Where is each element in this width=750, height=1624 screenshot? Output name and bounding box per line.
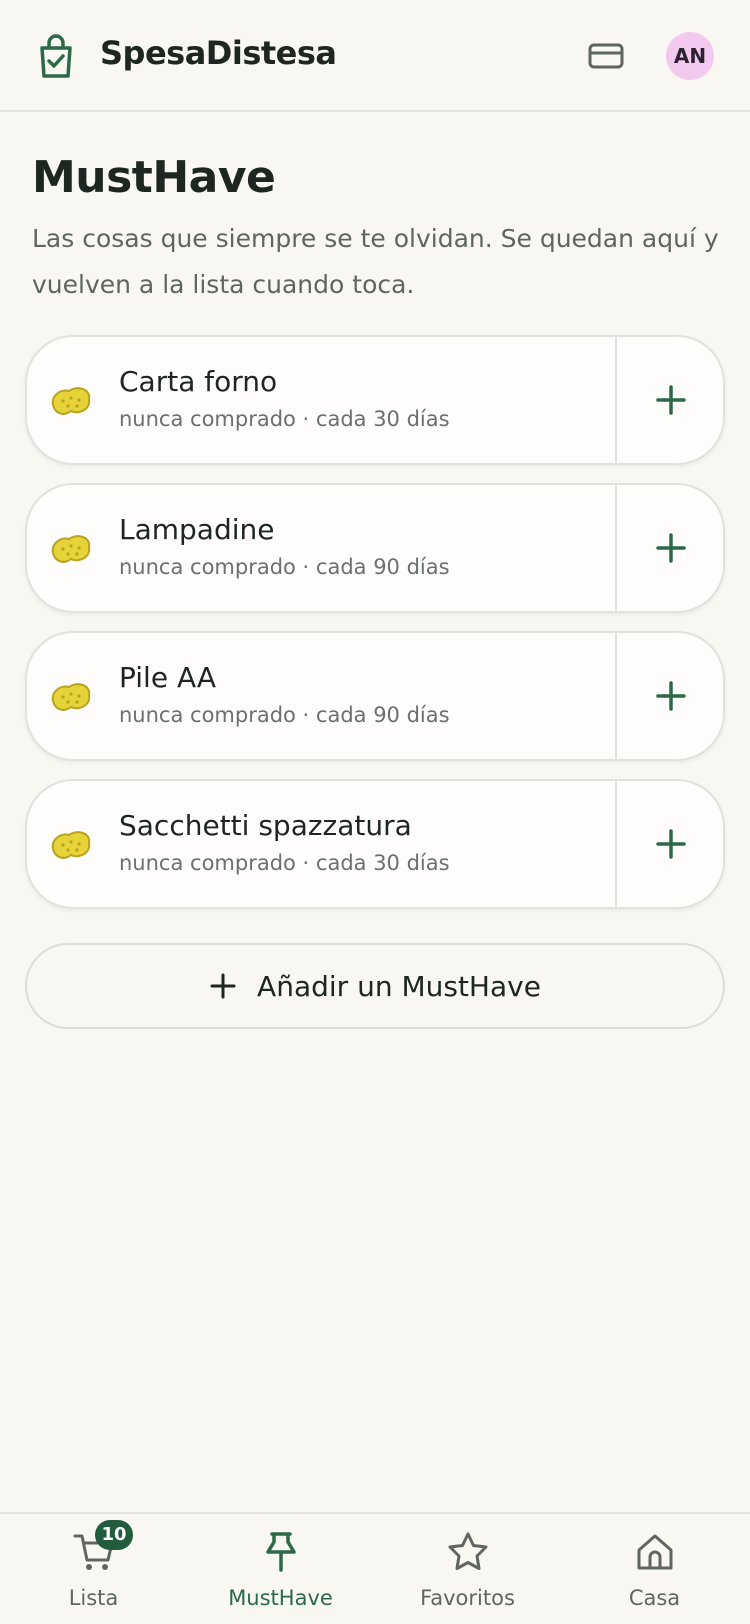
- add-musthave-button[interactable]: Añadir un MustHave: [25, 943, 725, 1029]
- musthave-list: Carta forno nunca comprado · cada 30 día…: [25, 335, 725, 927]
- add-to-list-button[interactable]: [617, 337, 725, 463]
- sponge-icon: [51, 683, 91, 711]
- list-item[interactable]: Lampadine nunca comprado · cada 90 días: [25, 483, 725, 613]
- nav-label: Casa: [628, 1586, 681, 1610]
- plus-icon: [656, 533, 686, 563]
- item-name: Carta forno: [119, 365, 278, 398]
- nav-label: Lista: [68, 1586, 119, 1610]
- sponge-icon: [51, 387, 91, 415]
- add-musthave-label: Añadir un MustHave: [257, 969, 541, 1003]
- page-title: MustHave: [32, 152, 276, 203]
- add-to-list-button[interactable]: [617, 781, 725, 907]
- list-item[interactable]: Pile AA nunca comprado · cada 90 días: [25, 631, 725, 761]
- cart-count-badge: 10: [95, 1520, 133, 1550]
- home-icon: [637, 1534, 672, 1570]
- sponge-icon: [51, 535, 91, 563]
- credit-card-icon[interactable]: [588, 40, 624, 72]
- nav-label: MustHave: [228, 1586, 333, 1610]
- item-name: Lampadine: [119, 513, 275, 546]
- item-name: Pile AA: [119, 661, 217, 694]
- item-name: Sacchetti spazzatura: [119, 809, 412, 842]
- nav-item-casa[interactable]: Casa: [561, 1514, 748, 1624]
- plus-icon: [210, 973, 236, 999]
- avatar[interactable]: AN: [666, 32, 714, 80]
- nav-label: Favoritos: [420, 1586, 515, 1610]
- sponge-icon: [51, 831, 91, 859]
- pin-icon: [265, 1532, 296, 1572]
- nav-item-lista[interactable]: 10 Lista: [0, 1514, 187, 1624]
- add-to-list-button[interactable]: [617, 633, 725, 759]
- item-meta: nunca comprado · cada 30 días: [119, 851, 450, 875]
- item-meta: nunca comprado · cada 90 días: [119, 703, 450, 727]
- app-header: SpesaDistesa AN: [0, 0, 750, 112]
- list-item[interactable]: Sacchetti spazzatura nunca comprado · ca…: [25, 779, 725, 909]
- list-item[interactable]: Carta forno nunca comprado · cada 30 día…: [25, 335, 725, 465]
- add-to-list-button[interactable]: [617, 485, 725, 611]
- item-meta: nunca comprado · cada 30 días: [119, 407, 450, 431]
- plus-icon: [656, 385, 686, 415]
- app-title: SpesaDistesa: [100, 34, 337, 72]
- shopping-bag-check-icon: [40, 34, 72, 78]
- page-subtitle: Las cosas que siempre se te olvidan. Se …: [32, 224, 719, 299]
- item-meta: nunca comprado · cada 90 días: [119, 555, 450, 579]
- star-icon: [448, 1532, 487, 1570]
- nav-item-favoritos[interactable]: Favoritos: [374, 1514, 561, 1624]
- plus-icon: [656, 829, 686, 859]
- bottom-nav: 10 Lista MustHave Favoritos Casa: [0, 1512, 750, 1624]
- nav-item-musthave[interactable]: MustHave: [187, 1514, 374, 1624]
- plus-icon: [656, 681, 686, 711]
